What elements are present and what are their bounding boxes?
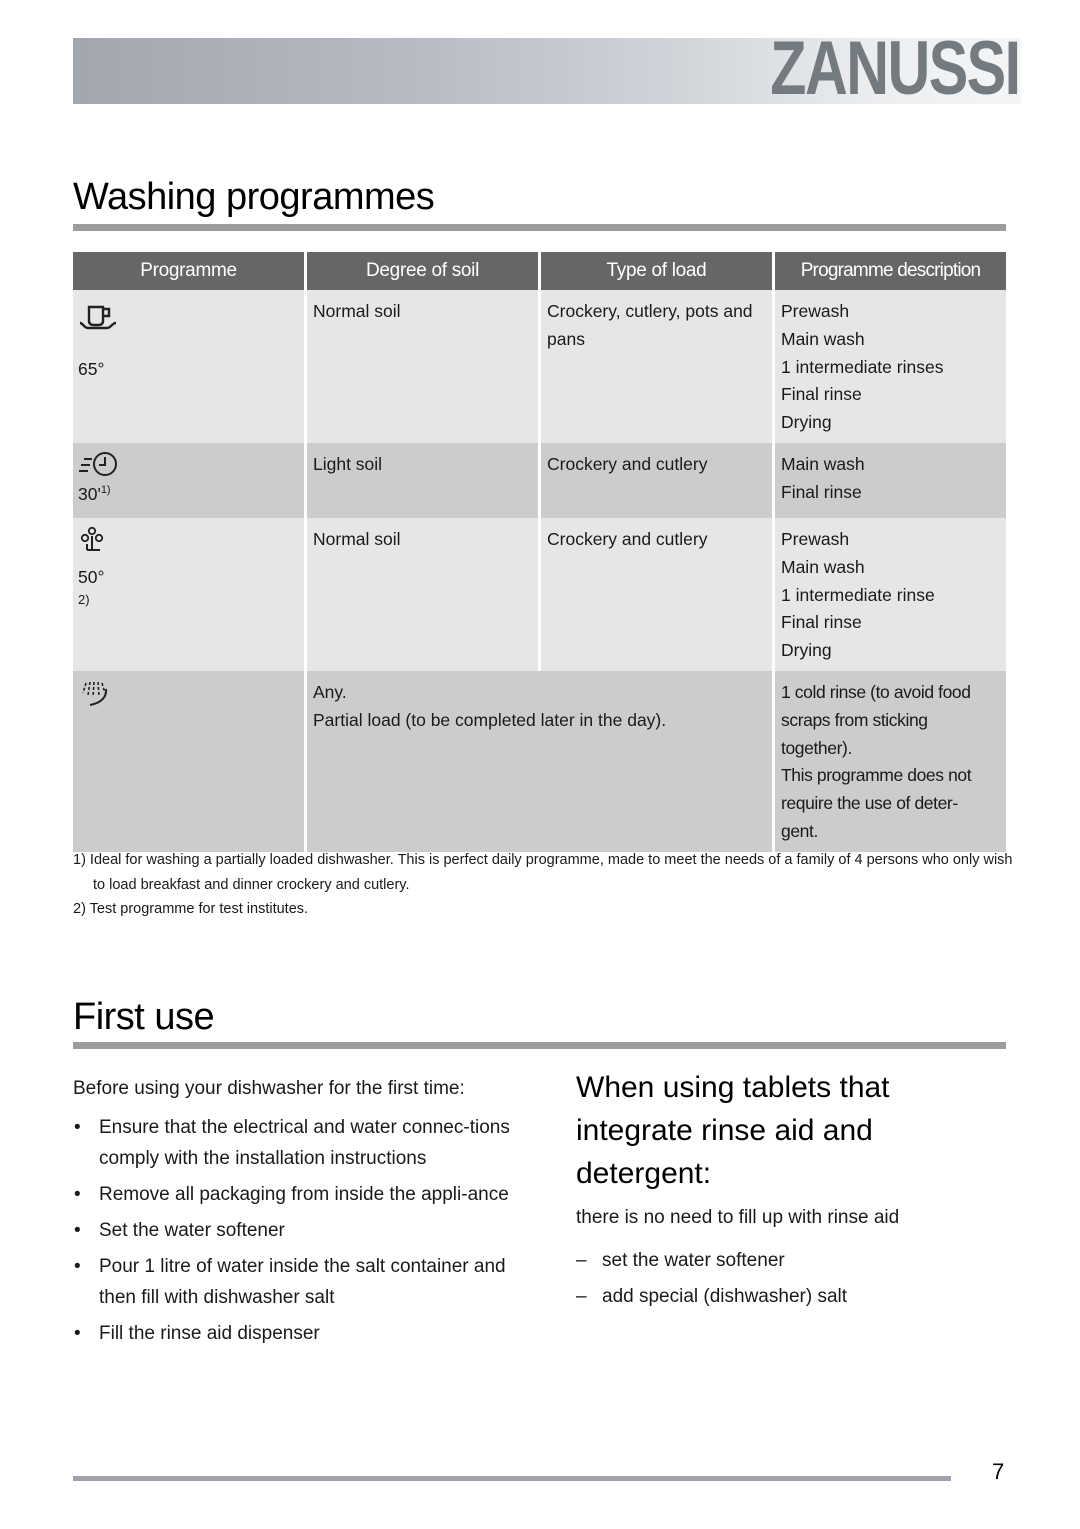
tablets-heading: When using tablets that integrate rinse … bbox=[576, 1071, 890, 1190]
footer-rule bbox=[73, 1476, 951, 1481]
load-cell: Crockery and cutlery bbox=[541, 442, 772, 518]
description-line: scraps from sticking bbox=[781, 709, 928, 730]
footnote-ref: 1) bbox=[100, 484, 111, 497]
table-row: 65° Normal soil Crockery, cutlery, pots … bbox=[73, 290, 1006, 443]
section-divider bbox=[73, 1042, 1006, 1049]
description-line: Main wash bbox=[781, 453, 865, 474]
programme-temperature: 65° bbox=[78, 359, 105, 379]
list-item: • Pour 1 litre of water inside the salt c… bbox=[73, 1251, 513, 1313]
description-line: Prewash bbox=[781, 301, 850, 321]
footnote-1: 1) Ideal for washing a partially loaded … bbox=[73, 852, 1013, 893]
table-row: 30'1) Light soil Crockery and cutlery Ma… bbox=[73, 442, 1006, 518]
column-header-description: Programme description bbox=[775, 252, 1006, 290]
eco-plant-icon bbox=[78, 526, 118, 556]
cup-saucer-icon bbox=[78, 304, 118, 338]
soil-load-line: Partial load (to be completed later in t… bbox=[313, 709, 667, 730]
item-text: add special (dishwasher) salt bbox=[602, 1286, 848, 1307]
description-line: 1 cold rinse (to avoid food bbox=[781, 681, 971, 702]
table-row: Any. Partial load (to be completed later… bbox=[73, 670, 1006, 852]
soil-load-cell: Any. Partial load (to be completed later… bbox=[307, 670, 772, 852]
table-header-row: Programme Degree of soil Type of load Pr… bbox=[73, 252, 1006, 290]
programme-cell: 50° 2) bbox=[73, 517, 304, 671]
table-row: 50° 2) Normal soil Crockery and cutlery … bbox=[73, 517, 1006, 671]
brand-logo: ZANUSSI bbox=[770, 26, 1022, 111]
bullet-icon: • bbox=[74, 1256, 81, 1277]
description-line: Drying bbox=[781, 412, 832, 433]
rinse-hold-icon bbox=[78, 679, 118, 709]
item-text: set the water softener bbox=[602, 1250, 785, 1271]
load-cell: Crockery and cutlery bbox=[541, 517, 772, 671]
description-cell: Main wash Final rinse bbox=[775, 442, 1006, 518]
bullet-icon: • bbox=[74, 1117, 81, 1138]
description-line: 1 intermediate rinses bbox=[781, 356, 944, 377]
quick-clock-icon bbox=[78, 451, 118, 479]
step-text: Pour 1 litre of water inside the salt co… bbox=[99, 1256, 506, 1308]
footnotes: 1) Ideal for washing a partially loaded … bbox=[73, 848, 1013, 922]
column-header-soil: Degree of soil bbox=[307, 252, 538, 290]
soil-cell: Normal soil bbox=[307, 290, 538, 443]
description-line: gent. bbox=[781, 820, 818, 841]
step-text: Set the water softener bbox=[99, 1220, 285, 1241]
programme-duration: 30'1) bbox=[78, 481, 298, 509]
description-line: Main wash bbox=[781, 556, 865, 577]
description-cell: Prewash Main wash 1 intermediate rinses … bbox=[775, 290, 1006, 443]
step-text: Fill the rinse aid dispenser bbox=[99, 1323, 320, 1344]
soil-cell: Light soil bbox=[307, 442, 538, 518]
programmes-table: Programme Degree of soil Type of load Pr… bbox=[70, 252, 1009, 852]
first-use-title: First use bbox=[73, 996, 215, 1038]
bullet-icon: • bbox=[74, 1184, 81, 1205]
description-line: 1 intermediate rinse bbox=[781, 584, 935, 605]
programme-cell bbox=[73, 670, 304, 852]
list-item: • Fill the rinse aid dispenser bbox=[73, 1318, 513, 1349]
list-item: • Remove all packaging from inside the ap… bbox=[73, 1179, 513, 1210]
description-line: Main wash bbox=[781, 328, 865, 349]
description-line: Prewash bbox=[781, 528, 850, 549]
footnote-ref: 2) bbox=[78, 591, 90, 607]
column-header-programme: Programme bbox=[73, 252, 304, 290]
step-text: Remove all packaging from inside the app… bbox=[99, 1184, 509, 1205]
list-item: • Ensure that the electrical and water co… bbox=[73, 1112, 513, 1174]
soil-cell: Normal soil bbox=[307, 517, 538, 671]
first-use-intro: Before using your dishwasher for the fir… bbox=[73, 1078, 465, 1099]
programme-cell: 30'1) bbox=[73, 442, 304, 518]
description-cell: Prewash Main wash 1 intermediate rinse F… bbox=[775, 517, 1006, 671]
list-item: – set the water softener bbox=[576, 1243, 847, 1279]
duration-value: 30' bbox=[78, 483, 101, 504]
footnote-2: 2) Test programme for test institutes. bbox=[73, 901, 309, 917]
dash-icon: – bbox=[576, 1250, 587, 1271]
tablets-text: there is no need to fill up with rinse a… bbox=[576, 1207, 900, 1228]
description-cell: 1 cold rinse (to avoid food scraps from … bbox=[775, 670, 1006, 852]
description-line: Drying bbox=[781, 640, 832, 661]
page-number: 7 bbox=[992, 1459, 1005, 1484]
description-line: require the use of deter- bbox=[781, 793, 958, 814]
column-header-load: Type of load bbox=[541, 252, 772, 290]
list-item: – add special (dishwasher) salt bbox=[576, 1279, 847, 1315]
step-text: Ensure that the electrical and water con… bbox=[99, 1117, 510, 1169]
description-line: Final rinse bbox=[781, 384, 862, 405]
list-item: • Set the water softener bbox=[73, 1215, 513, 1246]
bullet-icon: • bbox=[74, 1220, 81, 1241]
description-line: Final rinse bbox=[781, 481, 862, 502]
description-line: together). bbox=[781, 737, 852, 758]
tablets-list: – set the water softener – add special (di… bbox=[576, 1243, 847, 1315]
programme-cell: 65° bbox=[73, 290, 304, 443]
description-line: This programme does not bbox=[781, 765, 972, 786]
bullet-icon: • bbox=[74, 1323, 81, 1344]
section-divider bbox=[73, 224, 1006, 231]
first-use-steps: • Ensure that the electrical and water co… bbox=[73, 1112, 513, 1354]
description-line: Final rinse bbox=[781, 612, 862, 633]
soil-load-line: Any. bbox=[313, 681, 347, 702]
programme-temperature: 50° bbox=[78, 566, 105, 587]
dash-icon: – bbox=[576, 1286, 587, 1307]
load-cell: Crockery, cutlery, pots and pans bbox=[541, 290, 772, 443]
washing-programmes-title: Washing programmes bbox=[73, 176, 435, 218]
